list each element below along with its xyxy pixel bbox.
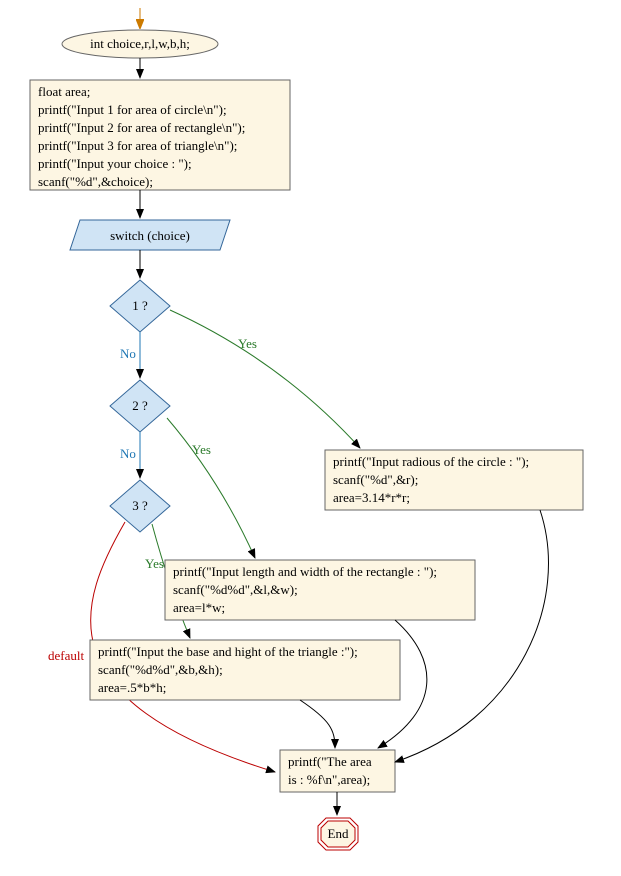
circle-line-1: scanf("%d",&r); <box>333 472 418 487</box>
init-line-5: scanf("%d",&choice); <box>38 174 153 189</box>
edge-tri-to-output <box>300 700 335 748</box>
case1-text: 1 ? <box>132 298 148 313</box>
tri-line-1: scanf("%d%d",&b,&h); <box>98 662 223 677</box>
output-line-1: is : %f\n",area); <box>288 772 370 787</box>
switch-text: switch (choice) <box>110 228 190 243</box>
case3-text: 3 ? <box>132 498 148 513</box>
end-text: End <box>328 826 349 841</box>
rect-line-0: printf("Input length and width of the re… <box>173 564 437 579</box>
init-line-3: printf("Input 3 for area of triangle\n")… <box>38 138 237 153</box>
tri-line-2: area=.5*b*h; <box>98 680 166 695</box>
rect-line-1: scanf("%d%d",&l,&w); <box>173 582 298 597</box>
circle-line-2: area=3.14*r*r; <box>333 490 410 505</box>
label-case1-yes: Yes <box>238 336 257 351</box>
label-default: default <box>48 648 84 663</box>
tri-line-0: printf("Input the base and hight of the … <box>98 644 358 659</box>
edge-circle-to-output <box>395 510 548 762</box>
init-line-2: printf("Input 2 for area of rectangle\n"… <box>38 120 245 135</box>
label-case2-yes: Yes <box>192 442 211 457</box>
circle-line-0: printf("Input radious of the circle : ")… <box>333 454 529 469</box>
edge-case1-yes <box>170 310 360 448</box>
label-case2-no: No <box>120 446 136 461</box>
init-line-4: printf("Input your choice : "); <box>38 156 192 171</box>
label-case1-no: No <box>120 346 136 361</box>
rect-line-2: area=l*w; <box>173 600 225 615</box>
output-line-0: printf("The area <box>288 754 372 769</box>
case2-text: 2 ? <box>132 398 148 413</box>
init-line-1: printf("Input 1 for area of circle\n"); <box>38 102 227 117</box>
label-case3-yes: Yes <box>145 556 164 571</box>
init-line-0: float area; <box>38 84 90 99</box>
start-decl-text: int choice,r,l,w,b,h; <box>90 36 190 51</box>
edge-case2-yes <box>167 418 255 558</box>
